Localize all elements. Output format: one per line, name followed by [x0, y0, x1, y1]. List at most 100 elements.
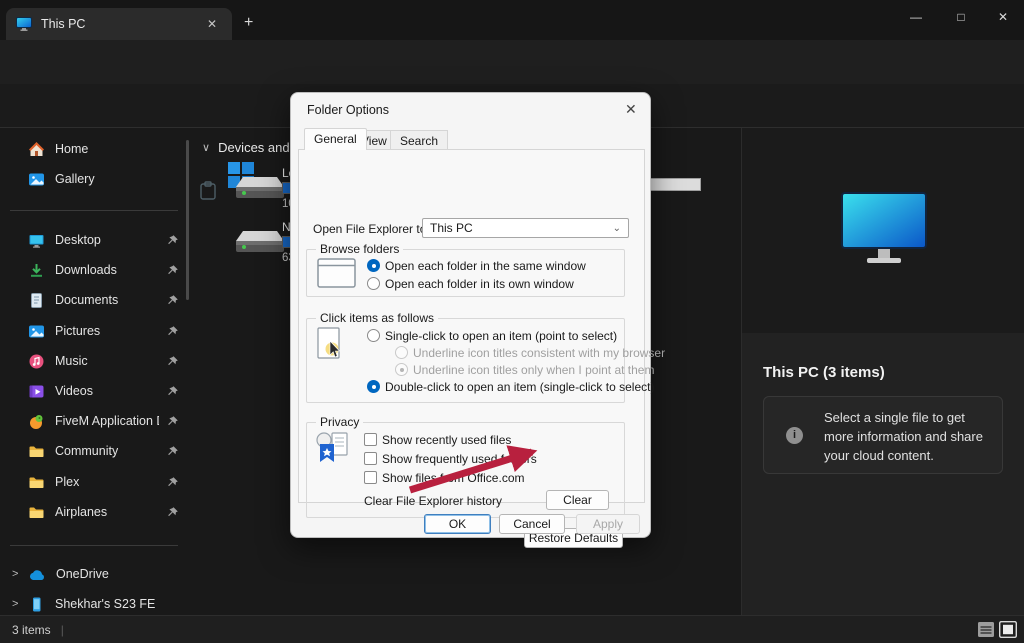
sidebar-item-label: Desktop [55, 233, 101, 247]
tab-search[interactable]: Search [390, 130, 448, 150]
title-bar: This PC ✕ + — □ ✕ [0, 0, 1024, 40]
sidebar-item-desktop[interactable]: Desktop [0, 226, 188, 254]
downloads-icon [28, 262, 45, 279]
sidebar: Home Gallery Desktop [0, 128, 190, 615]
ok-button[interactable]: OK [424, 514, 491, 534]
close-button[interactable]: ✕ [988, 6, 1018, 28]
radio-own-window[interactable] [367, 277, 380, 290]
sidebar-divider [10, 545, 178, 546]
list-view-icon[interactable] [977, 621, 995, 638]
expand-chevron-icon[interactable]: > [12, 568, 18, 580]
sidebar-item-documents[interactable]: Documents [0, 286, 188, 314]
sidebar-scrollbar[interactable] [186, 140, 189, 300]
tab-close-icon[interactable]: ✕ [202, 15, 222, 33]
browse-folders-group: Browse folders Open each folder in the s… [306, 249, 625, 297]
radio-double-click[interactable] [367, 380, 380, 393]
radio-single-click-label[interactable]: Single-click to open an item (point to s… [385, 329, 617, 343]
sidebar-item-plex[interactable]: Plex [0, 468, 188, 496]
sidebar-item-music[interactable]: Music [0, 347, 188, 375]
expand-chevron-icon[interactable]: > [12, 598, 18, 610]
info-icon: i [786, 427, 803, 444]
pin-icon [166, 445, 179, 458]
open-to-dropdown[interactable]: This PC ⌄ [422, 218, 629, 238]
sidebar-item-airplanes[interactable]: Airplanes [0, 498, 188, 526]
sidebar-item-label: Shekhar's S23 FE [55, 597, 155, 611]
apply-button[interactable]: Apply [576, 514, 640, 534]
pin-icon [166, 385, 179, 398]
fivem-icon [28, 413, 45, 430]
pin-icon [166, 506, 179, 519]
radio-double-click-label[interactable]: Double-click to open an item (single-cli… [385, 380, 654, 394]
radio-underline-browser-label: Underline icon titles consistent with my… [413, 346, 665, 360]
details-title: This PC (3 items) [763, 364, 885, 381]
radio-same-window[interactable] [367, 259, 380, 272]
pin-icon [166, 355, 179, 368]
item-count: 3 items [12, 623, 51, 637]
sidebar-item-label: Home [55, 142, 88, 156]
minimize-button[interactable]: — [901, 6, 931, 28]
music-icon [28, 353, 45, 370]
videos-icon [28, 383, 45, 400]
cancel-button[interactable]: Cancel [499, 514, 565, 534]
sidebar-item-onedrive[interactable]: > OneDrive [0, 560, 188, 588]
checkbox-office-files[interactable] [364, 471, 377, 484]
checkbox-frequently-used-folders[interactable] [364, 452, 377, 465]
radio-single-click[interactable] [367, 329, 380, 342]
sidebar-item-label: Airplanes [55, 505, 107, 519]
sidebar-item-label: FiveM Application Data [55, 414, 159, 428]
browse-folders-group-label: Browse folders [316, 242, 403, 256]
navigation-bar: ← → ↑ ↻ › This PC › [0, 40, 1024, 84]
file-list-panel: ∨ Devices and Loca 108 G [190, 128, 292, 615]
section-header-devices[interactable]: ∨ Devices and [202, 140, 290, 155]
privacy-group-label: Privacy [316, 415, 363, 429]
thumbnail-view-icon[interactable] [999, 621, 1017, 638]
checkbox-recently-used-files[interactable] [364, 433, 377, 446]
sidebar-item-community[interactable]: Community [0, 437, 188, 465]
drive-item-new-volume[interactable]: New 634 G [210, 220, 292, 270]
sidebar-item-label: Music [55, 354, 88, 368]
sidebar-item-label: Downloads [55, 263, 117, 277]
details-info-box: i Select a single file to get more infor… [763, 396, 1003, 474]
click-items-group-label: Click items as follows [316, 311, 438, 325]
sidebar-item-downloads[interactable]: Downloads [0, 256, 188, 284]
sidebar-item-phone[interactable]: > Shekhar's S23 FE [0, 590, 188, 618]
browse-folders-icon [317, 257, 357, 290]
onedrive-icon [28, 568, 46, 581]
open-to-value: This PC [430, 221, 473, 235]
sidebar-item-label: Videos [55, 384, 93, 398]
new-tab-button[interactable]: + [244, 14, 253, 32]
dialog-title: Folder Options [307, 103, 389, 117]
drive-item-local-disk[interactable]: Loca 108 G [210, 166, 292, 216]
sidebar-item-home[interactable]: Home [0, 135, 188, 163]
sidebar-item-gallery[interactable]: Gallery [0, 165, 188, 193]
tab-general[interactable]: General [304, 128, 367, 150]
maximize-button[interactable]: □ [946, 6, 976, 28]
details-info-text: Select a single file to get more informa… [824, 408, 996, 465]
status-bar: 3 items | [0, 615, 1024, 643]
tab-this-pc[interactable]: This PC ✕ [6, 8, 232, 40]
folder-icon [28, 504, 45, 521]
tab-title: This PC [41, 17, 85, 31]
sidebar-item-videos[interactable]: Videos [0, 377, 188, 405]
sidebar-item-pictures[interactable]: Pictures [0, 317, 188, 345]
sidebar-item-label: Gallery [55, 172, 95, 186]
home-icon [28, 141, 45, 158]
hard-drive-icon [236, 176, 284, 200]
radio-underline-point [395, 363, 408, 376]
sidebar-item-label: Documents [55, 293, 118, 307]
click-items-group: Click items as follows Single-click to o… [306, 318, 625, 403]
radio-same-window-label[interactable]: Open each folder in the same window [385, 259, 586, 273]
document-icon [28, 292, 45, 309]
horizontal-scrollbar-thumb[interactable] [648, 178, 701, 191]
status-separator: | [61, 623, 64, 637]
pin-icon [166, 234, 179, 247]
sidebar-item-fivem[interactable]: FiveM Application Data [0, 407, 188, 435]
gallery-icon [28, 171, 45, 188]
hard-drive-icon [236, 230, 284, 254]
radio-own-window-label[interactable]: Open each folder in its own window [385, 277, 574, 291]
desktop-icon [28, 232, 45, 249]
dialog-close-icon[interactable]: ✕ [625, 101, 637, 118]
pin-icon [166, 294, 179, 307]
collapse-chevron-icon[interactable]: ∨ [202, 141, 210, 154]
privacy-icon [314, 431, 352, 465]
